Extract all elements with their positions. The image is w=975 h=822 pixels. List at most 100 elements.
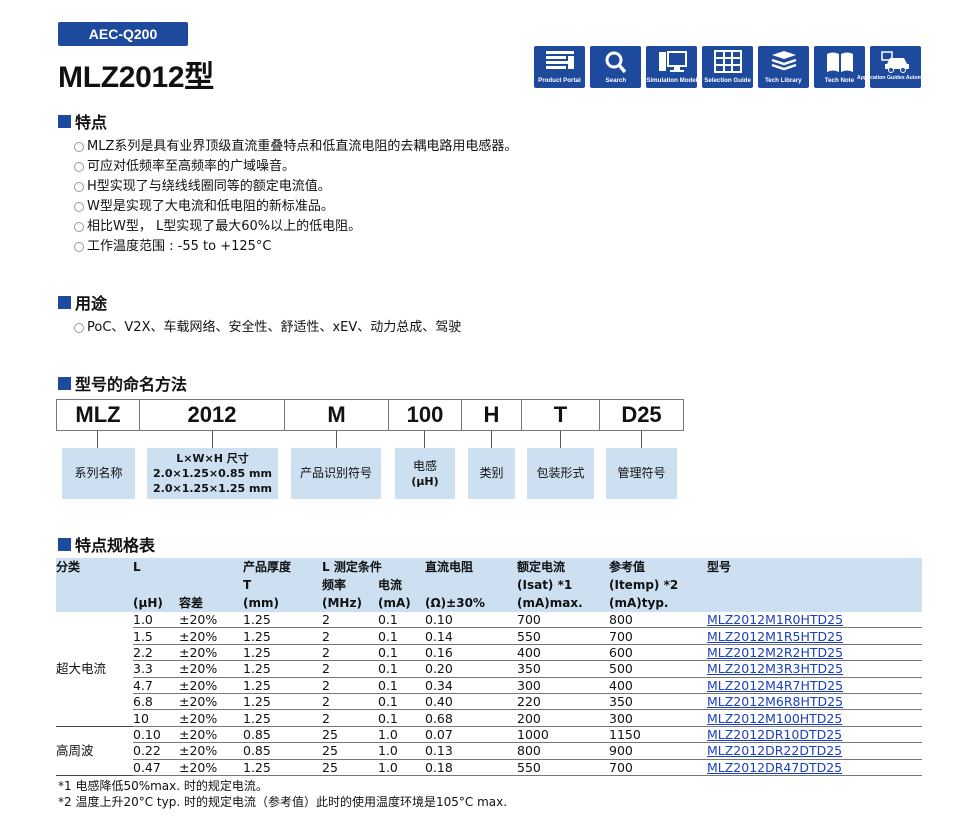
cell-current: 0.1 — [378, 693, 425, 711]
cell-part: MLZ2012DR22DTD25 — [707, 742, 922, 760]
cell-thickness: 1.25 — [243, 627, 322, 645]
naming-heading-text: 型号的命名方法 — [75, 375, 188, 394]
selection-guide-icon — [713, 50, 742, 73]
cell-dcr: 0.14 — [425, 627, 517, 645]
bullet-icon — [74, 182, 84, 192]
automotive-guide-button[interactable]: Application Guides Automotive — [857, 46, 934, 88]
cell-ref: 1150 — [609, 726, 707, 744]
part-number-link[interactable]: MLZ2012DR22DTD25 — [707, 743, 842, 758]
list-item: PoC、V2X、车载网络、安全性、舒适性、xEV、动力总成、驾驶 — [74, 318, 461, 338]
selection-guide-button[interactable]: Selection Guide — [702, 46, 753, 88]
applications-list: PoC、V2X、车载网络、安全性、舒适性、xEV、动力总成、驾驶 — [74, 318, 461, 338]
product-portal-button[interactable]: Product Portal — [534, 46, 585, 88]
cell-rated: 800 — [517, 742, 609, 760]
cell-tolerance: ±20% — [179, 726, 243, 744]
list-item: H型实现了与绕线线圈同等的额定电流值。 — [74, 177, 517, 197]
label-series: 系列名称 — [62, 448, 135, 499]
bullet-icon — [74, 202, 84, 212]
cell-part: MLZ2012M100HTD25 — [707, 709, 922, 727]
spec-table: 分类 L 产品厚度 L 测定条件 直流电阻 额定电流 参考值 型号 T 频率 电… — [56, 558, 922, 776]
tech-library-button[interactable]: Tech Library — [758, 46, 809, 88]
cell-freq: 25 — [322, 726, 378, 744]
col-ref: 参考值 — [609, 558, 707, 576]
cell-ref: 700 — [609, 627, 707, 645]
cell-current: 0.1 — [378, 644, 425, 662]
spec-heading: 特点规格表 — [58, 532, 155, 556]
cell-l: 1.5 — [133, 627, 179, 645]
cell-part: MLZ2012M2R2HTD25 — [707, 644, 922, 662]
bullet-icon — [74, 323, 84, 333]
cell-freq: 2 — [322, 644, 378, 662]
tech-note-button[interactable]: Tech Note — [814, 46, 865, 88]
col-thickness-t: T — [243, 576, 322, 594]
label-category: 类别 — [468, 448, 515, 499]
table-row: 2.2 ±20% 1.25 2 0.1 0.16 400 600 MLZ2012M2R2HTD2… — [56, 644, 922, 662]
list-item-text: 工作温度范围 : -55 to +125°C — [87, 239, 272, 254]
search-button[interactable]: Search — [590, 46, 641, 88]
part-number-link[interactable]: MLZ2012M4R7HTD25 — [707, 678, 843, 693]
col-rated-sub: (Isat) *1 — [517, 576, 609, 594]
table-row: 高周波 0.10 ±20% 0.85 25 1.0 0.07 1000 1150 MLZ2012D… — [56, 726, 922, 776]
spec-table-header: 分类 L 产品厚度 L 测定条件 直流电阻 额定电流 参考值 型号 T 频率 电… — [56, 558, 922, 612]
part-number-link[interactable]: MLZ2012M6R8HTD25 — [707, 694, 843, 709]
simulation-model-button[interactable]: Simulation Model — [646, 46, 697, 88]
cell-current: 1.0 — [378, 742, 425, 760]
cell-current: 0.1 — [378, 677, 425, 694]
cell-freq: 2 — [322, 709, 378, 727]
cell-part: MLZ2012M1R5HTD25 — [707, 627, 922, 645]
col-freq-unit: (MHz) — [322, 594, 378, 612]
part-number-link[interactable]: MLZ2012M2R2HTD25 — [707, 645, 843, 660]
part-number-link[interactable]: MLZ2012M3R3HTD25 — [707, 661, 843, 676]
col-thickness-unit: (mm) — [243, 594, 322, 612]
cell-part: MLZ2012M4R7HTD25 — [707, 677, 922, 694]
cell-dcr: 0.10 — [425, 612, 517, 629]
aec-q200-badge: AEC-Q200 — [58, 22, 188, 46]
cell-dcr: 0.07 — [425, 726, 517, 744]
code-packaging: T — [521, 399, 600, 431]
cell-thickness: 1.25 — [243, 644, 322, 662]
cell-ref: 600 — [609, 644, 707, 662]
cell-freq: 25 — [322, 742, 378, 760]
cell-rated: 550 — [517, 759, 609, 776]
section-marker — [58, 114, 71, 128]
cell-tolerance: ±20% — [179, 627, 243, 645]
table-row: 超大电流 1.0 ±20% 1.25 2 0.1 0.10 700 800 MLZ2012M1R0… — [56, 612, 922, 727]
table-row: 1.5 ±20% 1.25 2 0.1 0.14 550 700 MLZ2012M1R5HTD2… — [56, 627, 922, 645]
cell-l: 0.10 — [133, 726, 179, 744]
list-item: MLZ系列是具有业界顶级直流重叠特点和低直流电阻的去耦电路用电感器。 — [74, 137, 517, 157]
label-product-id: 产品识别符号 — [291, 448, 381, 499]
part-number-link[interactable]: MLZ2012DR47DTD25 — [707, 760, 842, 775]
code-series: MLZ — [56, 399, 140, 431]
cell-current: 0.1 — [378, 627, 425, 645]
footnotes: *1 电感降低50%max. 时的规定电流。 *2 温度上升20°C typ. … — [58, 778, 507, 810]
col-rated: 额定电流 — [517, 558, 609, 576]
part-number-link[interactable]: MLZ2012M100HTD25 — [707, 711, 842, 726]
part-number-link[interactable]: MLZ2012DR10DTD25 — [707, 727, 842, 742]
toolbar-label: Product Portal — [538, 77, 581, 84]
cell-tolerance: ±20% — [179, 677, 243, 694]
cell-ref: 900 — [609, 742, 707, 760]
label-packaging: 包装形式 — [527, 448, 594, 499]
table-row: 6.8 ±20% 1.25 2 0.1 0.40 220 350 MLZ2012M6R8HTD2… — [56, 693, 922, 711]
part-number-link[interactable]: MLZ2012M1R0HTD25 — [707, 612, 843, 627]
col-tolerance: 容差 — [179, 594, 243, 612]
part-number-link[interactable]: MLZ2012M1R5HTD25 — [707, 629, 843, 644]
list-item-text: 相比W型， L型实现了最大60%以上的低电阻。 — [87, 219, 362, 234]
bullet-icon — [74, 222, 84, 232]
toolbar-label: Search — [605, 77, 626, 84]
toolbar-label: Selection Guide — [704, 77, 751, 84]
cell-rated: 200 — [517, 709, 609, 727]
connector-line — [212, 431, 213, 448]
cell-l: 0.22 — [133, 742, 179, 760]
col-blank — [179, 558, 243, 576]
cell-thickness: 1.25 — [243, 612, 322, 629]
cell-l: 3.3 — [133, 660, 179, 678]
col-ref-sub: (Itemp) *2 — [609, 576, 707, 594]
col-rated-unit: (mA)max. — [517, 594, 609, 612]
cell-tolerance: ±20% — [179, 660, 243, 678]
section-marker — [58, 537, 71, 551]
col-test-cond: L 测定条件 — [322, 558, 425, 576]
cell-thickness: 1.25 — [243, 660, 322, 678]
cell-thickness: 0.85 — [243, 726, 322, 744]
col-blank — [179, 576, 243, 594]
